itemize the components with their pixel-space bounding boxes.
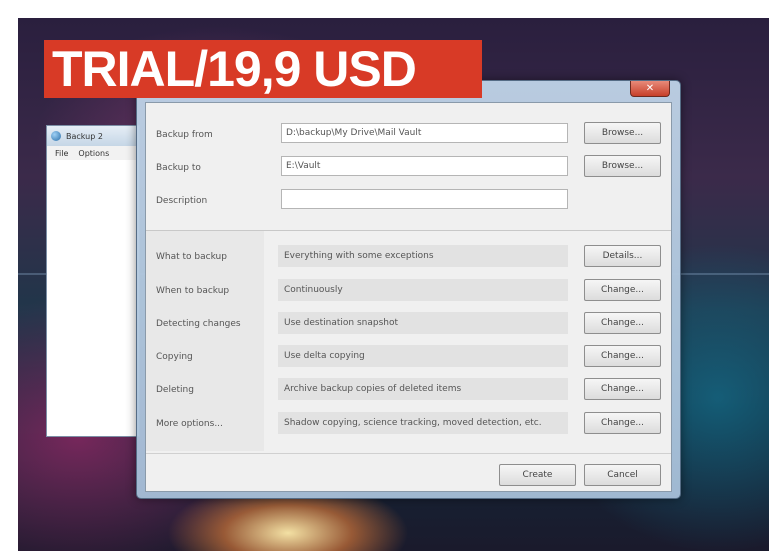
backup-to-label: Backup to — [156, 163, 201, 173]
copying-label: Copying — [156, 352, 193, 362]
dialog-client-area: Backup from D:\backup\My Drive\Mail Vaul… — [145, 102, 672, 492]
deleting-value: Archive backup copies of deleted items — [278, 378, 568, 400]
menu-file[interactable]: File — [55, 149, 68, 158]
description-label: Description — [156, 196, 208, 206]
detecting-changes-value: Use destination snapshot — [278, 312, 568, 334]
app-orb-icon — [51, 131, 61, 141]
description-input[interactable] — [281, 189, 568, 209]
backup-to-input[interactable]: E:\Vault — [281, 156, 568, 176]
what-to-backup-label: What to backup — [156, 252, 227, 262]
browse-from-button[interactable]: Browse... — [584, 122, 661, 144]
background-window[interactable]: Backup 2 File Options — [46, 125, 140, 437]
change-deleting-button[interactable]: Change... — [584, 378, 661, 400]
backup-settings-dialog: ✕ Backup from D:\backup\My Drive\Mail Va… — [136, 80, 681, 499]
more-options-value: Shadow copying, science tracking, moved … — [278, 412, 568, 434]
what-to-backup-value: Everything with some exceptions — [278, 245, 568, 267]
background-window-titlebar[interactable]: Backup 2 — [47, 126, 139, 146]
detecting-changes-label: Detecting changes — [156, 319, 241, 329]
footer-divider — [146, 453, 671, 454]
menu-options[interactable]: Options — [78, 149, 109, 158]
change-when-button[interactable]: Change... — [584, 279, 661, 301]
background-window-title: Backup 2 — [66, 131, 103, 141]
deleting-label: Deleting — [156, 385, 194, 395]
change-copying-button[interactable]: Change... — [584, 345, 661, 367]
backup-from-input[interactable]: D:\backup\My Drive\Mail Vault — [281, 123, 568, 143]
change-more-options-button[interactable]: Change... — [584, 412, 661, 434]
background-window-body — [47, 160, 139, 436]
settings-label-column — [146, 231, 264, 451]
copying-value: Use delta copying — [278, 345, 568, 367]
create-button[interactable]: Create — [499, 464, 576, 486]
details-button[interactable]: Details... — [584, 245, 661, 267]
background-window-menu: File Options — [47, 146, 139, 160]
when-to-backup-value: Continuously — [278, 279, 568, 301]
trial-price-banner: TRIAL/19,9 USD — [44, 40, 482, 98]
close-button[interactable]: ✕ — [630, 81, 670, 97]
cancel-button[interactable]: Cancel — [584, 464, 661, 486]
change-detecting-button[interactable]: Change... — [584, 312, 661, 334]
more-options-label: More options... — [156, 419, 223, 429]
when-to-backup-label: When to backup — [156, 286, 230, 296]
backup-from-label: Backup from — [156, 130, 213, 140]
browse-to-button[interactable]: Browse... — [584, 155, 661, 177]
